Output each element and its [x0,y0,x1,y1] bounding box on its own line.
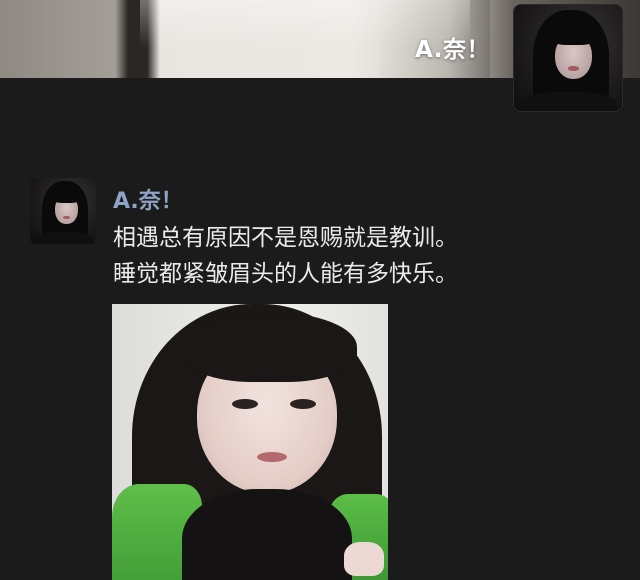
post-text-line: 睡觉都紧皱眉头的人能有多快乐。 [113,261,458,287]
post-author-name[interactable]: A.奈！ [113,183,183,215]
moments-screen: A.奈！ A.奈！ 相遇总有原因不是恩赐就是教训。 睡觉都紧皱眉头的人能有多快乐… [0,0,640,580]
user-avatar-icon [514,5,622,111]
post-photo[interactable] [112,304,388,580]
post-author-avatar[interactable] [30,178,96,244]
post-text[interactable]: 相遇总有原因不是恩赐就是教训。 睡觉都紧皱眉头的人能有多快乐。 [113,220,613,292]
post-text-line: 相遇总有原因不是恩赐就是教训。 [113,225,458,251]
profile-name: A.奈！ [415,37,490,63]
author-avatar-icon [30,178,96,244]
profile-avatar[interactable] [513,4,623,112]
